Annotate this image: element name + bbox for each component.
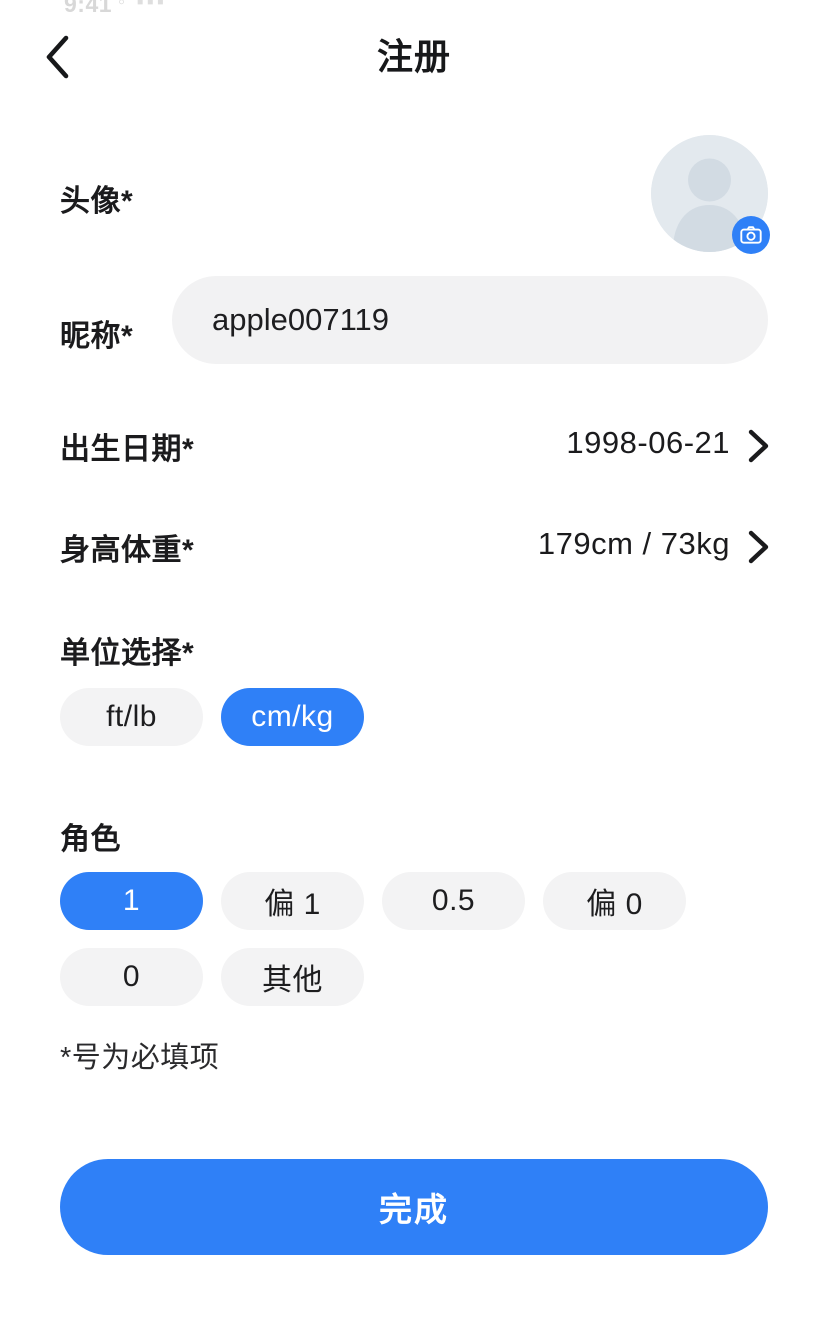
status-bar-time: 9:41 <box>64 0 113 14</box>
role-section: 角色 1 偏 1 0.5 偏 0 0 其他 <box>0 814 828 1024</box>
unit-option-1[interactable]: cm/kg <box>221 688 364 746</box>
required-note: *号为必填项 <box>60 1042 220 1074</box>
nickname-input[interactable] <box>172 276 768 364</box>
role-option-2[interactable]: 0.5 <box>382 872 525 930</box>
unit-selection-chip-group: ft/lb cm/kg <box>60 688 780 746</box>
page-title: 注册 <box>376 36 451 77</box>
status-bar-indicators: ◦ ▪▪▪ <box>118 0 167 13</box>
chevron-right-icon <box>746 429 772 463</box>
role-option-0[interactable]: 1 <box>60 872 203 930</box>
birthdate-row[interactable]: 出生日期* 1998-06-21 <box>0 396 828 497</box>
role-option-1[interactable]: 偏 1 <box>221 872 364 930</box>
body-metrics-value: 179cm / 73kg <box>537 526 730 561</box>
role-label: 角色 <box>60 823 121 856</box>
unit-option-0[interactable]: ft/lb <box>60 688 203 746</box>
registration-form: 头像* 昵称* 出生日期* 1998-06-2 <box>0 118 828 1255</box>
role-option-4[interactable]: 0 <box>60 948 203 1006</box>
role-option-3[interactable]: 偏 0 <box>543 872 686 930</box>
nickname-label: 昵称* <box>60 320 134 353</box>
role-option-5[interactable]: 其他 <box>221 948 364 1006</box>
avatar-upload[interactable] <box>651 135 770 254</box>
avatar-label: 头像* <box>60 185 134 218</box>
avatar-row: 头像* <box>0 118 828 268</box>
submit-button[interactable]: 完成 <box>60 1159 768 1255</box>
unit-selection-label: 单位选择* <box>60 637 195 670</box>
nickname-row: 昵称* <box>0 268 828 396</box>
app-header: 注册 <box>0 18 828 96</box>
birthdate-label: 出生日期* <box>60 433 195 466</box>
role-chip-group: 1 偏 1 0.5 偏 0 0 其他 <box>60 872 780 1006</box>
body-metrics-label: 身高体重* <box>60 534 195 567</box>
camera-icon[interactable] <box>732 216 770 254</box>
status-bar: 9:41 ◦ ▪▪▪ <box>0 0 828 14</box>
chevron-right-icon <box>746 530 772 564</box>
birthdate-value: 1998-06-21 <box>566 425 730 460</box>
unit-selection-section: 单位选择* ft/lb cm/kg <box>0 628 828 786</box>
body-metrics-row[interactable]: 身高体重* 179cm / 73kg <box>0 497 828 598</box>
